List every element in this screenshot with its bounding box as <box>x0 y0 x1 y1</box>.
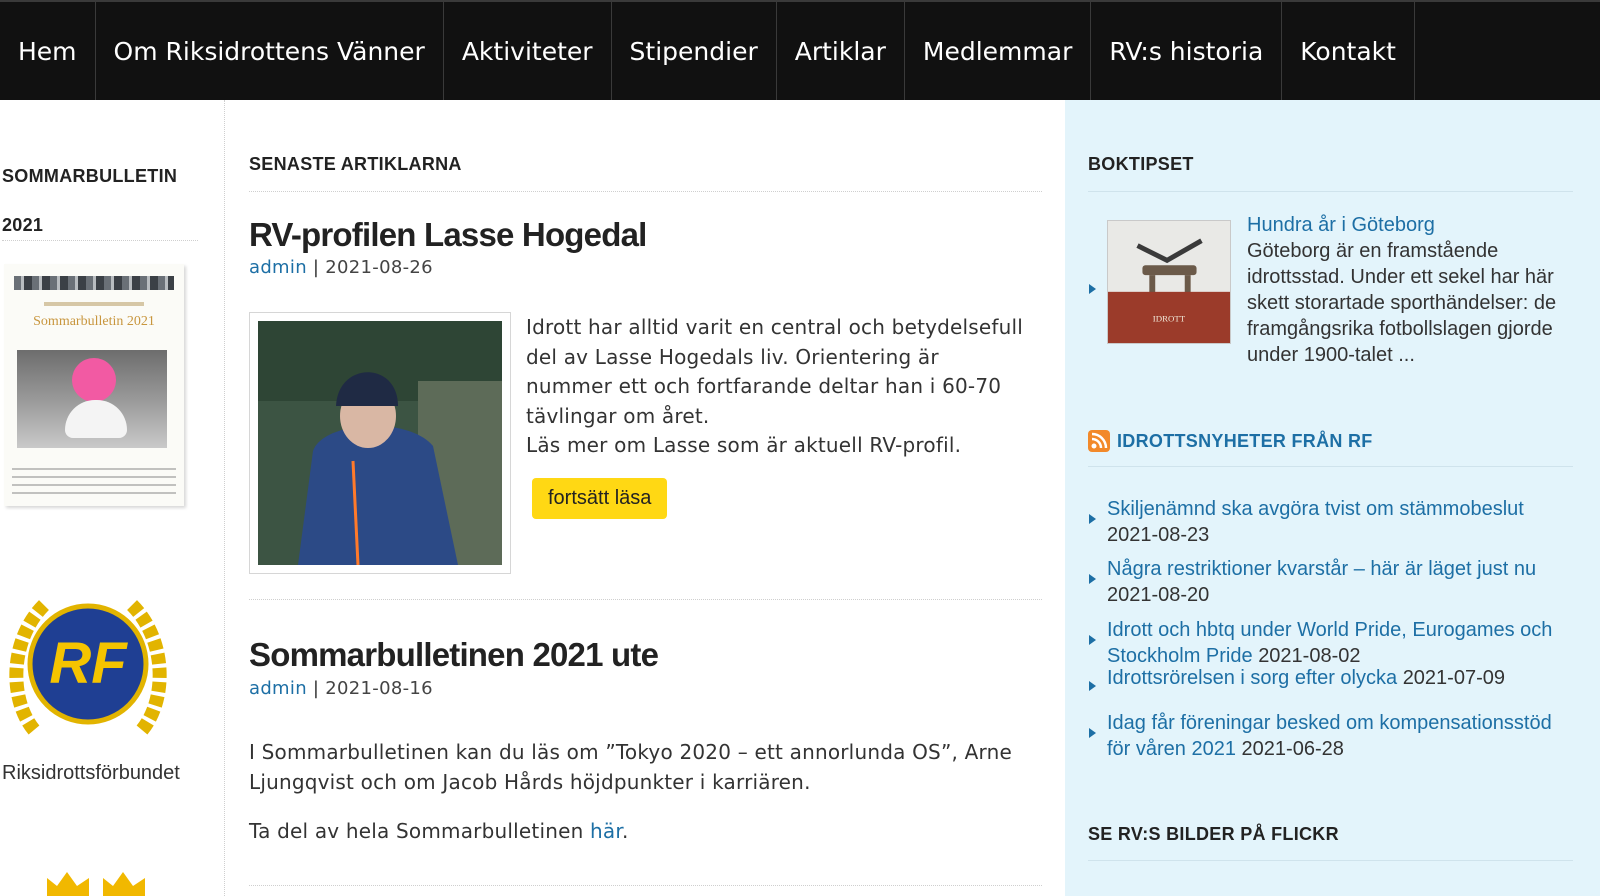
cover-text-lines <box>12 468 176 494</box>
meta-separator: | <box>312 257 320 278</box>
nav-item-kontakt[interactable]: Kontakt <box>1282 2 1415 100</box>
news-date: 2021-08-02 <box>1258 645 1361 667</box>
article-body: I Sommarbulletinen kan du läs om ”Tokyo … <box>249 740 1012 794</box>
nav-item-artiklar[interactable]: Artiklar <box>777 2 905 100</box>
article-date: 2021-08-26 <box>325 257 433 278</box>
article-share-text: Ta del av hela Sommarbulletinen här. <box>249 819 629 843</box>
share-suffix: . <box>621 819 629 843</box>
article-meta: admin | 2021-08-26 <box>249 257 433 278</box>
book-tip-heading: BOKTIPSET <box>1088 154 1194 174</box>
article-title[interactable]: RV-profilen Lasse Hogedal <box>249 216 647 254</box>
nav-item-aktiviteter[interactable]: Aktiviteter <box>444 2 612 100</box>
article-date: 2021-08-16 <box>325 678 433 699</box>
bulletin-cover-image[interactable]: Sommarbulletin 2021 <box>4 264 184 506</box>
rf-news-heading-link[interactable]: IDROTTSNYHETER FRÅN RF <box>1117 431 1373 452</box>
read-more-button[interactable]: fortsätt läsa <box>532 478 668 519</box>
share-prefix: Ta del av hela Sommarbulletinen <box>249 819 591 843</box>
news-item: Idag får föreningar besked om kompensati… <box>1107 710 1557 762</box>
news-link[interactable]: Några restriktioner kvarstår – här är lä… <box>1107 558 1536 580</box>
article-thumbnail[interactable] <box>249 312 511 574</box>
triangle-bullet-icon <box>1089 681 1096 691</box>
nav-item-medlemmar[interactable]: Medlemmar <box>905 2 1092 100</box>
triangle-bullet-icon <box>1089 284 1096 294</box>
nav-menu: Hem Om Riksidrottens Vänner Aktiviteter … <box>0 2 1600 100</box>
divider <box>249 885 1042 886</box>
mascot-body <box>65 400 127 438</box>
divider <box>249 191 1042 192</box>
mascot-head <box>72 358 116 402</box>
right-sidebar: BOKTIPSET IDROTT Hundra år i Göteborg Gö… <box>1065 100 1600 896</box>
news-link[interactable]: Skiljenämnd ska avgöra tvist om stämmobe… <box>1107 498 1524 520</box>
news-item: Idrott och hbtq under World Pride, Eurog… <box>1107 617 1557 669</box>
book-title-link[interactable]: Hundra år i Göteborg <box>1247 212 1587 238</box>
divider <box>249 599 1042 600</box>
article-excerpt: Idrott har alltid varit en central och b… <box>526 315 1024 457</box>
news-item: Några restriktioner kvarstår – här är lä… <box>1107 556 1577 608</box>
triangle-bullet-icon <box>1089 574 1096 584</box>
rf-logo[interactable]: RF <box>4 580 172 748</box>
divider <box>1088 191 1573 192</box>
main-navigation: Hem Om Riksidrottens Vänner Aktiviteter … <box>0 0 1600 100</box>
rss-icon[interactable] <box>1088 430 1110 452</box>
rf-logo-caption[interactable]: Riksidrottsförbundet <box>2 762 180 785</box>
nav-item-om-riksidrottens-vanner[interactable]: Om Riksidrottens Vänner <box>96 2 444 100</box>
triangle-bullet-icon <box>1089 635 1096 645</box>
book-tip-text: Hundra år i Göteborg Göteborg är en fram… <box>1247 212 1587 368</box>
news-date: 2021-08-23 <box>1107 524 1210 546</box>
article-author-link[interactable]: admin <box>249 678 307 699</box>
cover-subtitle-line <box>44 302 144 306</box>
cover-photo-strip <box>14 276 174 290</box>
news-item: Idrottsrörelsen i sorg efter olycka 2021… <box>1107 665 1577 691</box>
book-cover-label: IDROTT <box>1153 313 1186 323</box>
divider <box>2 240 198 241</box>
nav-item-rvs-historia[interactable]: RV:s historia <box>1091 2 1283 100</box>
flickr-heading: SE RV:S BILDER PÅ FLICKR <box>1088 824 1339 844</box>
divider <box>1088 466 1573 467</box>
triangle-bullet-icon <box>1089 728 1096 738</box>
rf-logo-text: RF <box>49 631 128 696</box>
article-meta: admin | 2021-08-16 <box>249 678 433 699</box>
nav-item-hem[interactable]: Hem <box>0 2 96 100</box>
cover-title: Sommarbulletin 2021 <box>33 314 155 329</box>
runner-photo <box>258 321 502 566</box>
news-date: 2021-08-20 <box>1107 584 1210 606</box>
meta-separator: | <box>312 678 320 699</box>
latest-articles-heading: SENASTE ARTIKLARNA <box>249 154 462 174</box>
bulletin-widget-title: SOMMARBULLETIN 2021 <box>2 166 178 235</box>
cover-mascot-photo <box>17 350 167 448</box>
bulletin-link[interactable]: här <box>590 819 622 843</box>
article-author-link[interactable]: admin <box>249 257 307 278</box>
divider <box>1088 860 1573 861</box>
nav-item-stipendier[interactable]: Stipendier <box>612 2 777 100</box>
book-description: Göteborg är en framstående idrottsstad. … <box>1247 240 1557 366</box>
news-item: Skiljenämnd ska avgöra tvist om stämmobe… <box>1107 496 1577 548</box>
news-date: 2021-06-28 <box>1241 738 1344 760</box>
news-date: 2021-07-09 <box>1402 667 1505 689</box>
news-link[interactable]: Idrottsrörelsen i sorg efter olycka <box>1107 667 1397 689</box>
book-cover-image[interactable]: IDROTT <box>1107 220 1231 344</box>
left-sidebar: SOMMARBULLETIN 2021 Sommarbulletin 2021 … <box>0 100 225 896</box>
triangle-bullet-icon <box>1089 514 1096 524</box>
main-content: SENASTE ARTIKLARNA RV-profilen Lasse Hog… <box>225 100 1065 896</box>
article-title[interactable]: Sommarbulletinen 2021 ute <box>249 636 659 674</box>
three-crowns-icon <box>47 872 145 896</box>
